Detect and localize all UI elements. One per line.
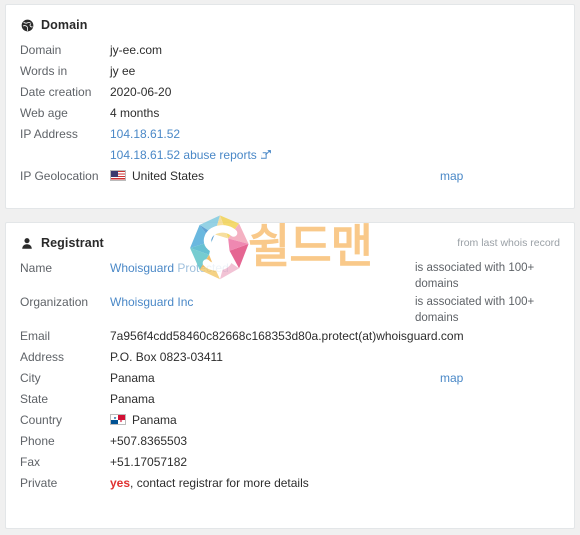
table-row: Address P.O. Box 0823-03411 [6, 347, 574, 368]
row-value: United States [110, 166, 434, 187]
person-icon [20, 236, 34, 250]
table-row: City Panama map [6, 368, 574, 389]
country-name: Panama [132, 413, 177, 427]
private-status-note: , contact registrar for more details [130, 476, 309, 490]
geolocation-country: United States [132, 169, 205, 183]
table-row: Country Panama [6, 410, 574, 431]
row-label: IP Address [20, 127, 78, 141]
row-label: Private [20, 476, 58, 490]
row-label: Words in [20, 64, 68, 78]
table-row: Email 7a956f4cdd58460c82668c168353d80a.p… [6, 326, 574, 347]
row-value: Panama [110, 371, 155, 385]
us-flag-icon [110, 170, 126, 181]
row-value: yes, contact registrar for more details [110, 473, 560, 494]
row-label: Name [20, 261, 53, 275]
row-value: jy ee [110, 64, 136, 78]
row-label: Country [20, 413, 63, 427]
panama-flag-icon [110, 414, 126, 425]
registrant-organization-link[interactable]: Whoisguard Inc [110, 295, 193, 309]
row-label: Email [20, 329, 51, 343]
table-row: IP Geolocation United States map [6, 166, 574, 187]
registrant-name-suffix: Protected [177, 261, 229, 275]
abuse-reports-link[interactable]: 104.18.61.52 abuse reports [110, 148, 257, 162]
row-label: City [20, 371, 41, 385]
table-row: Phone +507.8365503 [6, 431, 574, 452]
row-value: 4 months [110, 106, 160, 120]
table-row: Organization Whoisguard Inc is associate… [6, 292, 574, 326]
table-row: IP Address 104.18.61.52 [6, 124, 574, 145]
row-value: Whoisguard Protected [110, 258, 415, 279]
row-value: 2020-06-20 [110, 85, 172, 99]
city-map-link[interactable]: map [434, 368, 560, 389]
private-status-badge: yes [110, 476, 131, 490]
table-row: Name Whoisguard Protected is associated … [6, 258, 574, 292]
row-label: Date creation [20, 85, 92, 99]
table-row: Web age 4 months [6, 103, 574, 124]
row-label: Phone [20, 434, 55, 448]
row-value: Panama [110, 392, 155, 406]
row-value: P.O. Box 0823-03411 [110, 350, 223, 364]
row-value: Whoisguard Inc [110, 292, 415, 313]
table-row: State Panama [6, 389, 574, 410]
registrant-card-header: Registrant from last whois record [6, 223, 574, 250]
table-row: Date creation 2020-06-20 [6, 82, 574, 103]
row-value: +507.8365503 [110, 434, 188, 448]
row-value: jy-ee.com [110, 43, 163, 57]
registrant-rows: Name Whoisguard Protected is associated … [6, 250, 574, 494]
associated-domains-note: is associated with 100+ domains [415, 296, 535, 324]
domain-card-header: Domain [6, 5, 574, 32]
row-label: Web age [20, 106, 68, 120]
row-value: +51.17057182 [110, 455, 188, 469]
row-value: 7a956f4cdd58460c82668c168353d80a.protect… [110, 329, 464, 343]
row-label: Address [20, 350, 65, 364]
row-label: Fax [20, 455, 41, 469]
registrant-card: Registrant from last whois record Name W… [5, 222, 575, 529]
table-row: Words in jy ee [6, 61, 574, 82]
domain-card: Domain Domain jy-ee.com Words in jy ee D… [5, 4, 575, 209]
table-row: Fax +51.17057182 [6, 452, 574, 473]
associated-domains-note: is associated with 100+ domains [415, 262, 535, 290]
table-row: Private yes, contact registrar for more … [6, 473, 574, 494]
row-label: Domain [20, 43, 62, 57]
ip-address-link[interactable]: 104.18.61.52 [110, 127, 180, 141]
globe-icon [20, 18, 34, 32]
row-value: 104.18.61.52 [110, 124, 560, 145]
table-row: 104.18.61.52 abuse reports [6, 145, 574, 166]
whois-record-note: from last whois record [457, 237, 560, 249]
row-label: State [20, 392, 49, 406]
row-label: Organization [20, 295, 89, 309]
row-value: Panama [110, 410, 560, 431]
external-link-icon [259, 146, 272, 159]
registrant-card-title: Registrant [41, 236, 104, 250]
domain-rows: Domain jy-ee.com Words in jy ee Date cre… [6, 32, 574, 187]
domain-card-title: Domain [41, 18, 88, 32]
registrant-name-link[interactable]: Whoisguard [110, 261, 174, 275]
geolocation-map-link[interactable]: map [434, 166, 560, 187]
table-row: Domain jy-ee.com [6, 40, 574, 61]
row-label: IP Geolocation [20, 169, 99, 183]
row-value: 104.18.61.52 abuse reports [110, 145, 560, 166]
